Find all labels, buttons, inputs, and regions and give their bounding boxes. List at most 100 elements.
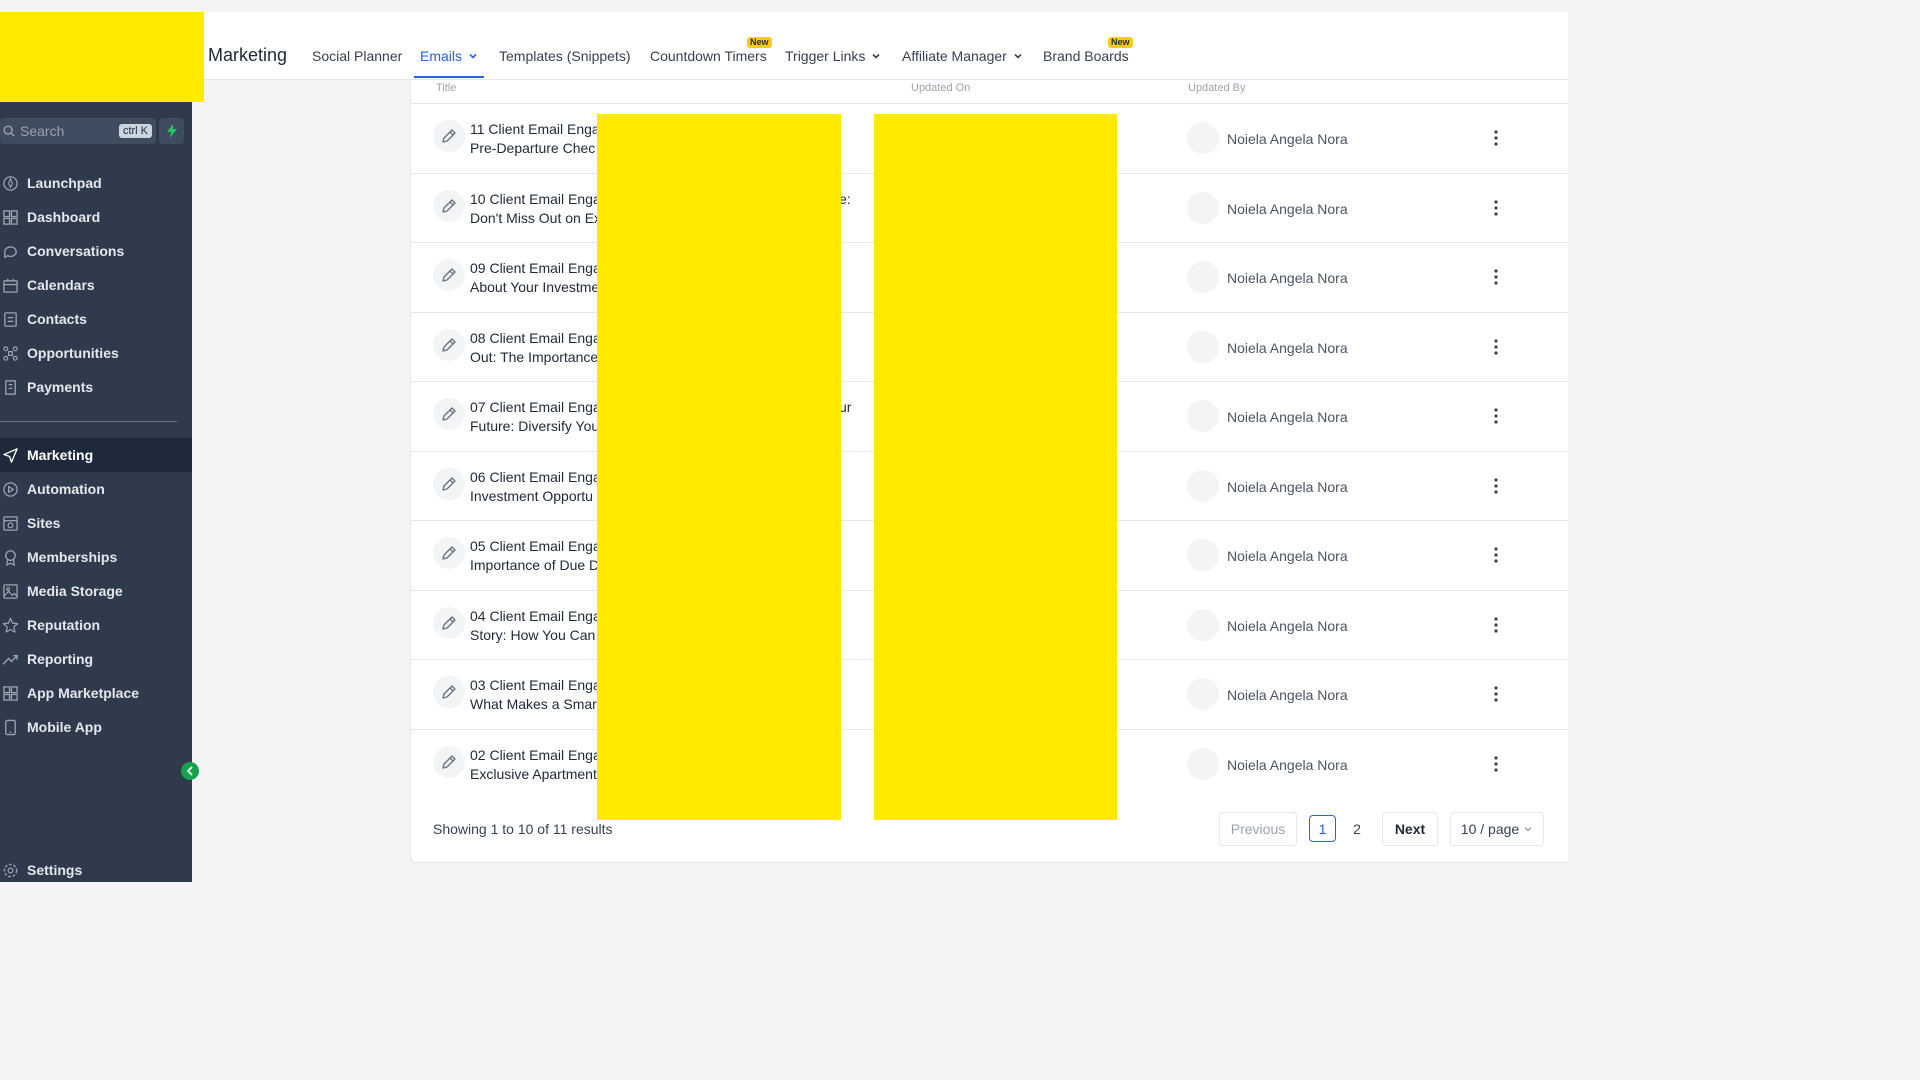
updated-by: Noiela Angela Nora	[1227, 617, 1348, 634]
page-1-button[interactable]: 1	[1309, 815, 1336, 842]
new-badge: New	[747, 37, 772, 48]
avatar	[1187, 330, 1219, 363]
edit-button[interactable]	[433, 467, 465, 500]
receipt-icon	[5, 379, 16, 395]
template-title-line1[interactable]: 03 Client Email Enga	[470, 677, 601, 693]
avatar	[1187, 678, 1219, 710]
template-title-line1[interactable]: 07 Client Email Enga	[470, 399, 601, 415]
edit-button[interactable]	[433, 537, 465, 569]
more-options-icon[interactable]	[1491, 337, 1501, 357]
more-options-icon[interactable]	[1491, 476, 1501, 496]
next-page-button[interactable]: Next	[1382, 812, 1438, 846]
opportunities-icon	[3, 345, 18, 361]
tab-label: Brand Boards	[1043, 48, 1129, 64]
edit-button[interactable]	[433, 259, 465, 291]
tab-countdown-timers[interactable]: Countdown Timers	[650, 48, 767, 64]
chevron-left-icon	[186, 766, 193, 776]
sidebar-item-sites[interactable]: Sites	[0, 506, 192, 540]
more-options-icon[interactable]	[1491, 615, 1501, 635]
tab-templates-snippets[interactable]: Templates (Snippets)	[499, 48, 631, 64]
template-title-line1[interactable]: 10 Client Email Enga	[470, 191, 601, 207]
edit-button[interactable]	[433, 328, 465, 361]
more-options-icon[interactable]	[1491, 128, 1501, 148]
sidebar-item-conversations[interactable]: Conversations	[0, 234, 192, 268]
avatar	[1187, 469, 1219, 502]
sidebar-item-label: App Marketplace	[27, 685, 140, 701]
avatar	[1187, 608, 1219, 641]
sidebar-item-reputation[interactable]: Reputation	[0, 608, 192, 642]
redaction-block	[874, 114, 1117, 820]
page-2-button[interactable]: 2	[1345, 815, 1369, 842]
more-options-icon[interactable]	[1491, 754, 1501, 774]
collapse-sidebar-button[interactable]	[181, 762, 199, 780]
chat-bubble-icon	[4, 245, 17, 258]
edit-button[interactable]	[433, 189, 465, 222]
template-title-line1[interactable]: 06 Client Email Enga	[470, 469, 601, 485]
sidebar-item-media-storage[interactable]: Media Storage	[0, 574, 192, 608]
template-title-line2[interactable]: Out: The Importance	[470, 349, 598, 365]
sidebar-item-payments[interactable]: Payments	[0, 370, 192, 404]
sidebar-item-app-marketplace[interactable]: App Marketplace	[0, 676, 192, 710]
template-title-line2[interactable]: Importance of Due D	[470, 557, 599, 573]
more-options-icon[interactable]	[1491, 545, 1501, 565]
template-title-line2[interactable]: About Your Investme	[470, 279, 599, 295]
template-title-line1[interactable]: 09 Client Email Enga	[470, 260, 601, 276]
template-title-line2[interactable]: Don't Miss Out on Ex	[470, 210, 601, 226]
more-options-icon[interactable]	[1491, 198, 1501, 218]
edit-button[interactable]	[433, 745, 465, 778]
chevron-down-icon	[1524, 827, 1532, 832]
sidebar-item-marketing[interactable]: Marketing	[0, 438, 192, 472]
sidebar-item-label: Mobile App	[27, 719, 102, 735]
more-options-icon[interactable]	[1491, 684, 1501, 704]
sidebar-item-settings[interactable]: Settings	[0, 853, 192, 887]
image-icon	[3, 583, 18, 599]
tab-affiliate-manager[interactable]: Affiliate Manager	[902, 48, 1023, 64]
template-title-line2[interactable]: Pre-Departure Chec	[470, 140, 595, 156]
avatar	[1187, 122, 1219, 154]
search-placeholder: Search	[20, 123, 65, 139]
page-size-select[interactable]: 10 / page	[1450, 812, 1544, 846]
sidebar-item-label: Payments	[27, 379, 94, 395]
template-title-line2[interactable]: What Makes a Smar	[470, 696, 597, 712]
search-input[interactable]: Search ctrl K	[0, 118, 156, 144]
sidebar-item-mobile-app[interactable]: Mobile App	[0, 710, 192, 744]
sidebar-item-dashboard[interactable]: Dashboard	[0, 200, 192, 234]
sidebar-item-label: Reputation	[27, 617, 101, 633]
sidebar-item-calendars[interactable]: Calendars	[0, 268, 192, 302]
more-options-icon[interactable]	[1491, 406, 1501, 426]
updated-by: Noiela Angela Nora	[1227, 756, 1348, 773]
edit-button[interactable]	[433, 120, 465, 152]
page-size-value: 10 / page	[1460, 821, 1520, 837]
tab-brand-boards[interactable]: Brand Boards	[1043, 48, 1129, 64]
sidebar-item-launchpad[interactable]: Launchpad	[0, 166, 192, 200]
template-title-line1[interactable]: 05 Client Email Enga	[470, 538, 601, 554]
sidebar-item-reporting[interactable]: Reporting	[0, 642, 192, 676]
pencil-icon	[442, 615, 456, 630]
tab-emails[interactable]: Emails	[420, 48, 478, 64]
sidebar-item-label: Contacts	[27, 311, 87, 327]
tab-trigger-links[interactable]: Trigger Links	[785, 48, 881, 64]
sidebar-item-contacts[interactable]: Contacts	[0, 302, 192, 336]
template-title-line2[interactable]: Investment Opportu	[470, 488, 593, 504]
more-options-icon[interactable]	[1491, 267, 1501, 287]
sidebar-item-automation[interactable]: Automation	[0, 472, 192, 506]
previous-page-button[interactable]: Previous	[1219, 812, 1297, 846]
quick-action-button[interactable]	[159, 118, 184, 144]
sidebar-item-opportunities[interactable]: Opportunities	[0, 336, 192, 370]
template-title-line1[interactable]: 08 Client Email Enga	[470, 330, 601, 346]
contacts-icon	[4, 311, 17, 327]
template-title-line2[interactable]: Story: How You Can	[470, 627, 595, 643]
template-title-line2[interactable]: Exclusive Apartment	[470, 766, 597, 782]
edit-button[interactable]	[433, 676, 465, 708]
tab-label: Emails	[420, 48, 463, 64]
template-title-line1[interactable]: 02 Client Email Enga	[470, 747, 601, 763]
template-title-line1[interactable]: 11 Client Email Enga	[470, 121, 600, 137]
sidebar-item-memberships[interactable]: Memberships	[0, 540, 192, 574]
template-title-line2[interactable]: Future: Diversify You	[470, 418, 599, 434]
column-header-title: Title	[436, 82, 457, 94]
mobile-icon	[5, 719, 16, 735]
edit-button[interactable]	[433, 398, 465, 430]
template-title-line1[interactable]: 04 Client Email Enga	[470, 608, 601, 624]
edit-button[interactable]	[433, 606, 465, 639]
tab-social-planner[interactable]: Social Planner	[312, 48, 402, 64]
